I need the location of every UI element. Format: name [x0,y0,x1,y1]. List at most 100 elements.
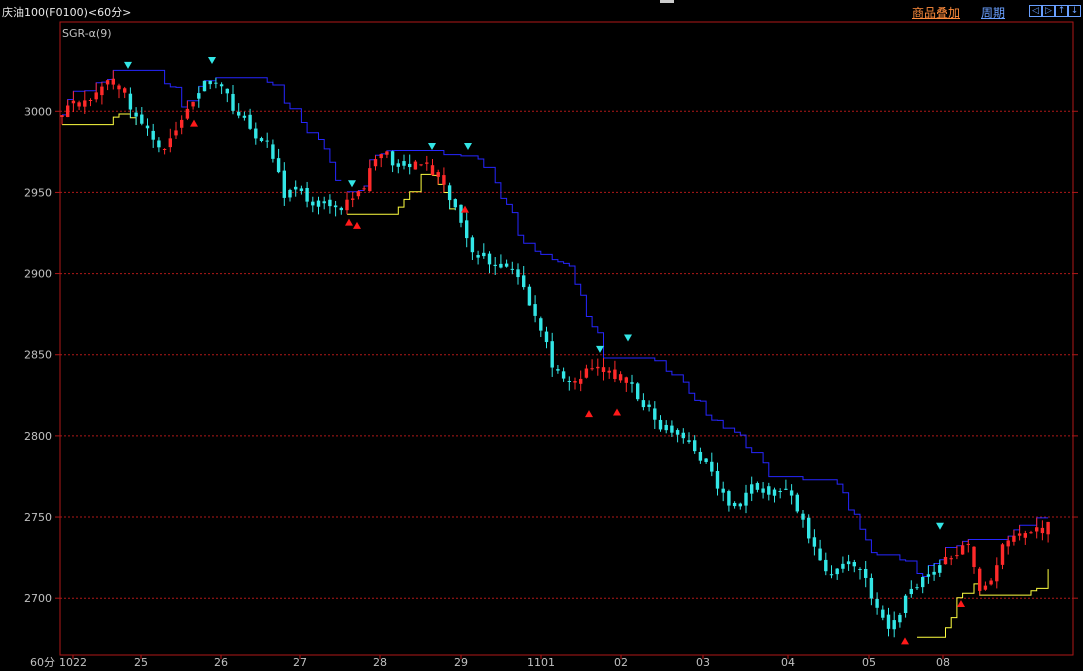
lower-band-line [917,569,1049,638]
candle-body [111,78,115,85]
candle-body [630,382,634,384]
candle-body [299,188,304,192]
plot-frame [59,21,1074,656]
candle-body [333,205,338,208]
candle-body [864,568,868,578]
candle-body [413,161,418,170]
candle-body [385,151,389,155]
y-tick-label: 2850 [24,349,52,362]
candle-body [134,112,138,117]
period-unit-label: 60分 [30,656,55,669]
candle-body [727,491,731,506]
candle-body [807,517,811,539]
candle-body [567,380,571,382]
candle-body [653,408,657,420]
y-tick-label: 2800 [24,430,52,443]
candle-body [288,189,292,198]
candle-body [892,620,896,630]
band-lines [62,69,1049,638]
candle-body [755,483,760,490]
candle-body [596,366,600,369]
candle-body [761,488,765,493]
candle-body [516,269,520,278]
candle-body [738,503,742,507]
candle-body [972,546,976,568]
candlestick-chart[interactable]: SGR-α(9) 3000 2950 2900 2850 2800 2750 2700 10… [0,0,1083,671]
candle-body [180,119,184,128]
candle-body [208,80,212,85]
candle-body [938,565,942,573]
candle-body [465,220,469,239]
y-tick-label: 2900 [24,268,52,281]
candle-body [750,484,754,494]
candle-body [824,559,828,572]
candle-body [607,370,611,373]
upper-band-line [62,69,342,181]
candle-body [453,199,457,208]
candle-body [328,199,332,207]
candle-body [778,490,782,492]
candle-body [368,168,372,192]
candle-body [909,588,913,595]
candle-body [94,92,98,100]
candle-body [556,369,560,371]
candle-body [66,105,70,118]
candle-body [276,158,281,173]
candle-body [447,185,452,201]
candle-body [214,82,218,84]
candle-body [795,494,799,512]
candle-body [527,286,532,306]
candle-body [784,488,788,490]
candle-body [955,555,959,557]
candles [60,70,1050,638]
candle-body [732,502,737,507]
candle-body [151,130,155,140]
buy-signal-icon [613,408,621,416]
candle-body [573,381,577,383]
candle-body [1046,521,1050,535]
candle-body [698,451,703,461]
candle-body [522,275,526,288]
candle-body [1006,540,1010,547]
candle-body [316,200,321,207]
candle-body [493,264,497,267]
buy-signal-icon [957,600,965,608]
candle-body [681,432,685,439]
candle-body [185,108,190,119]
candle-body [846,561,851,565]
candle-body [584,368,589,378]
candle-body [789,490,794,496]
candle-body [995,565,999,582]
candle-body [687,440,691,442]
candle-body [390,151,395,166]
candle-body [259,138,264,142]
candle-body [197,93,201,99]
candle-body [311,201,315,206]
candle-body [145,125,150,129]
candle-body [425,162,429,164]
candle-body [442,175,446,185]
candle-body [618,374,623,381]
candle-body [1035,527,1039,532]
candle-body [886,614,891,629]
candle-body [710,461,714,472]
candle-body [105,80,110,85]
y-tick-label: 2750 [24,511,52,524]
candle-body [915,587,919,589]
candle-body [949,558,953,560]
candle-body [225,88,229,94]
candle-body [168,138,172,148]
sell-signal-icon [124,61,132,69]
candle-body [100,86,104,96]
candle-body [345,199,349,211]
candle-body [921,577,925,588]
sell-signal-icon [208,56,216,64]
candle-body [470,237,475,253]
candle-body [351,198,355,200]
indicator-label: SGR-α(9) [62,27,112,40]
candle-body [77,102,81,107]
candle-body [294,186,298,190]
candle-body [1012,535,1016,542]
candle-body [487,253,492,265]
candle-body [123,88,127,93]
